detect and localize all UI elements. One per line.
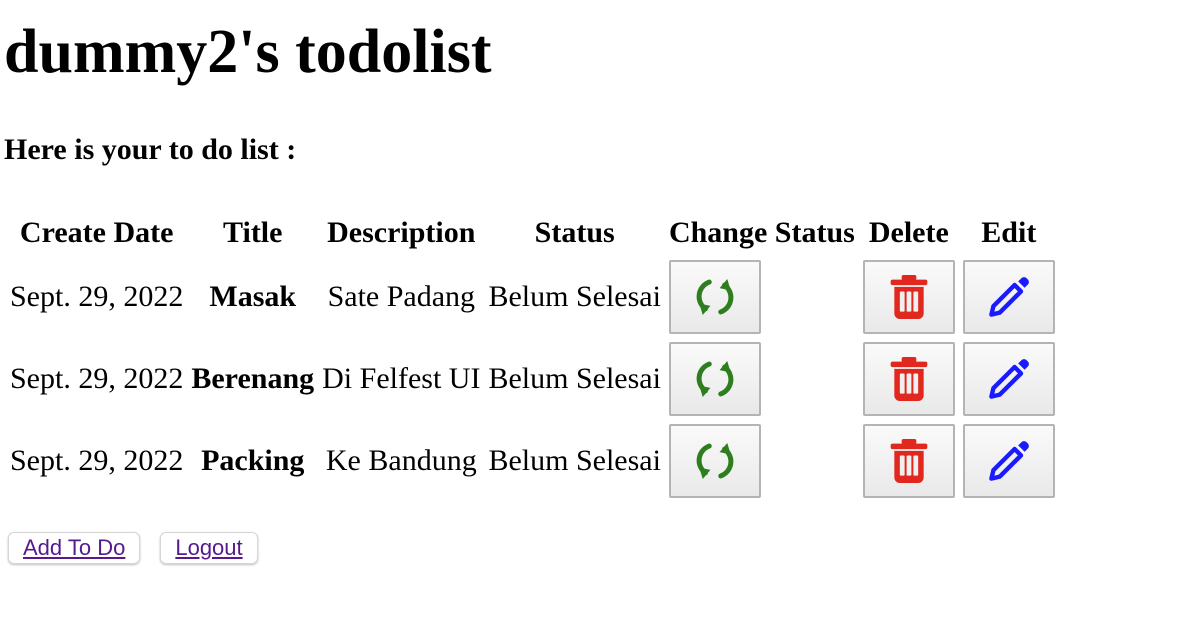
header-delete: Delete	[868, 216, 949, 249]
pencil-icon	[989, 441, 1029, 481]
page-subtitle: Here is your to do list :	[4, 133, 297, 166]
cell-edit	[962, 424, 1055, 498]
table-row: Sept. 29, 2022 Masak Sate Padang Belum S…	[10, 260, 1055, 334]
page-title: dummy2's todolist	[4, 18, 492, 86]
add-todo-button[interactable]: Add To Do	[8, 532, 141, 564]
header-status: Status	[534, 216, 615, 249]
cell-title: Berenang	[191, 362, 315, 395]
pencil-icon	[989, 359, 1029, 399]
cell-create-date: Sept. 29, 2022	[10, 444, 184, 477]
header-edit: Edit	[981, 216, 1037, 249]
cell-delete	[862, 424, 955, 498]
edit-button[interactable]	[962, 260, 1055, 334]
change-status-button[interactable]	[668, 342, 761, 416]
cell-title: Packing	[201, 444, 305, 477]
cell-status: Belum Selesai	[488, 280, 661, 313]
cell-create-date: Sept. 29, 2022	[10, 280, 184, 313]
header-description: Description	[327, 216, 476, 249]
refresh-icon	[696, 442, 734, 480]
cell-create-date: Sept. 29, 2022	[10, 362, 184, 395]
cell-change-status	[668, 260, 855, 334]
table-row: Sept. 29, 2022 Packing Ke Bandung Belum …	[10, 424, 1055, 498]
cell-change-status	[668, 342, 855, 416]
delete-button[interactable]	[862, 260, 955, 334]
trash-icon	[890, 357, 928, 401]
todo-table: Create Date Title Description Status Cha…	[2, 206, 1063, 506]
delete-button[interactable]	[862, 342, 955, 416]
change-status-button[interactable]	[668, 260, 761, 334]
cell-status: Belum Selesai	[488, 362, 661, 395]
bottom-actions: Add To Do Logout	[8, 532, 258, 564]
change-status-button[interactable]	[668, 424, 761, 498]
logout-button[interactable]: Logout	[160, 532, 258, 564]
cell-edit	[962, 342, 1055, 416]
cell-edit	[962, 260, 1055, 334]
header-create-date: Create Date	[19, 216, 174, 249]
header-title: Title	[223, 216, 283, 249]
cell-change-status	[668, 424, 855, 498]
edit-button[interactable]	[962, 424, 1055, 498]
edit-button[interactable]	[962, 342, 1055, 416]
trash-icon	[890, 275, 928, 319]
refresh-icon	[696, 278, 734, 316]
cell-delete	[862, 342, 955, 416]
trash-icon	[890, 439, 928, 483]
cell-delete	[862, 260, 955, 334]
cell-description: Ke Bandung	[325, 444, 477, 477]
refresh-icon	[696, 360, 734, 398]
cell-title: Masak	[209, 280, 297, 313]
header-row: Create Date Title Description Status Cha…	[10, 214, 1055, 252]
cell-status: Belum Selesai	[488, 444, 661, 477]
delete-button[interactable]	[862, 424, 955, 498]
todo-table-header: Create Date Title Description Status Cha…	[10, 214, 1055, 252]
header-change-status: Change Status	[668, 216, 855, 249]
cell-description: Sate Padang	[327, 280, 476, 313]
pencil-icon	[989, 277, 1029, 317]
table-row: Sept. 29, 2022 Berenang Di Felfest UI Be…	[10, 342, 1055, 416]
cell-description: Di Felfest UI	[322, 362, 481, 395]
